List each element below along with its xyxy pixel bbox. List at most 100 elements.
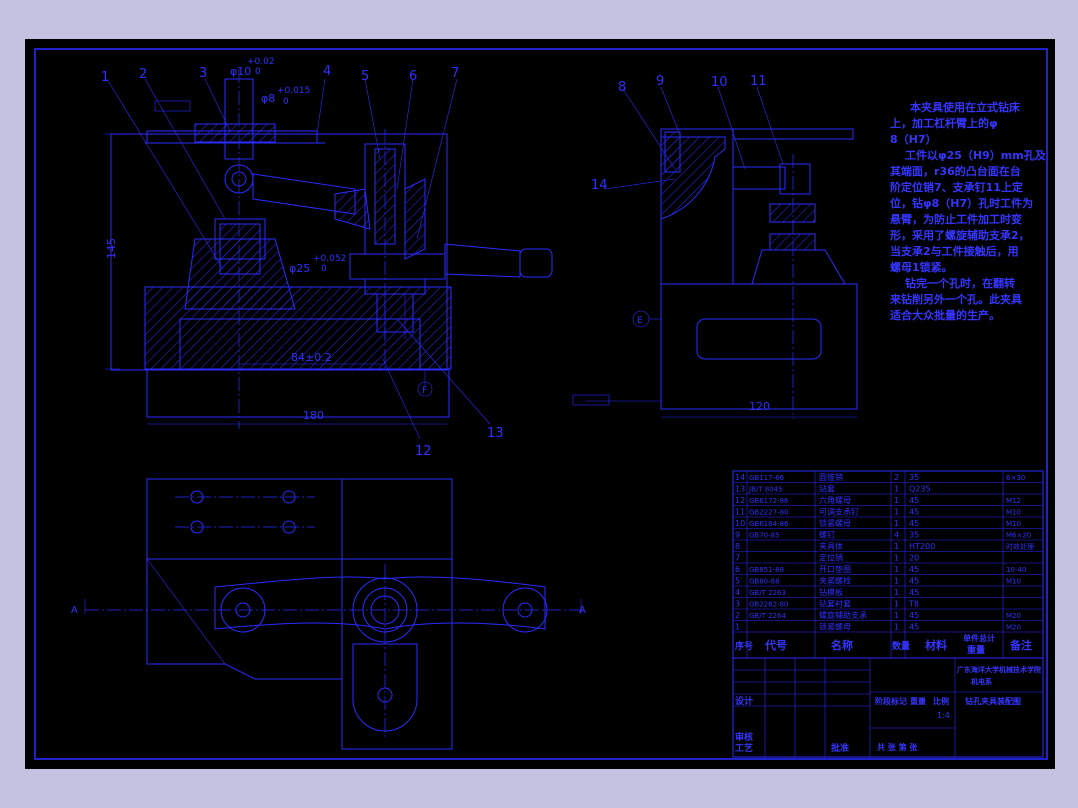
bom-no: 14 [735,473,745,482]
bom-remark: M20 [1006,612,1021,620]
bom-material: 35 [909,531,919,540]
bom-row: 11 GB2227-80 可调支承钉 1 45 M10 [735,507,1021,517]
bom-header-no: 序号 [735,640,753,652]
bom-row: 12 GB6172-86 六角螺母 1 45 M12 [735,495,1021,505]
note-line-11: 螺母1锁紧。 [890,260,953,274]
bom-qty: 1 [894,508,899,517]
bom-material: 35 [909,473,919,482]
callout-3: 3 [199,66,207,81]
bom-qty: 1 [894,542,899,551]
title-block: 广东海洋大学机械技术学院机电系设计审核工艺 批准 阶段标记 重量 比例 1:4 钻孔夹具装配… [732,657,1044,758]
bom-qty: 1 [894,611,899,620]
bom-no: 2 [735,611,740,620]
technical-notes: 本夹具使用在立式钻床 上，加工杠杆臂上的φ 8（H7） 工件以φ25（H9）mm… [889,100,1047,322]
dim-d25: φ25 [289,262,310,275]
bom-table: 14 GB117-86 圆锥销 2 35 6×3013 JB/T 8045 钻套 1 Q23512… [732,470,1044,659]
bom-name: 螺旋辅助支承 [819,610,867,620]
bom-header-material: 材料 [925,638,947,652]
bom-name: 钻模板 [819,587,843,597]
bom-name: 六角螺母 [819,495,851,505]
bom-row: 1 锁紧螺母 1 45 M20 [735,622,1021,632]
bom-qty: 1 [894,600,899,609]
bom-row: 14 GB117-86 圆锥销 2 35 6×30 [735,472,1025,482]
dim-d25-tol-lo: 0 [321,264,327,274]
bom-header-qty: 数量 [892,640,910,652]
dim-height-145: 145 [105,238,118,259]
bom-no: 12 [735,496,745,505]
dim-len-180: 180 [303,409,324,422]
bom-code: GB70-85 [749,532,780,540]
note-line-7: 位，钻φ8（H7）孔时工件为 [890,196,1033,210]
bom-no: 10 [735,519,745,528]
dim-d10-tol-lo: 0 [255,67,261,77]
callout-11: 11 [750,74,767,89]
inner-frame [34,48,1048,760]
bom-material: 45 [909,565,919,574]
dim-d25-tol-up: +0.052 [313,254,346,264]
callout-7: 7 [451,66,459,81]
bom-no: 3 [735,600,740,609]
bom-row: 7 定位销 1 20 [735,553,919,563]
bom-remark: M12 [1006,497,1021,505]
label-weight: 重量 [910,696,926,706]
note-line-9: 形，采用了螺旋辅助支承2， [890,228,1030,242]
bom-header-remark: 备注 [1009,638,1032,652]
bom-name: 钻套衬套 [819,599,851,609]
bom-row: 13 JB/T 8045 钻套 1 Q235 [735,484,931,494]
bom-row: 4 GB/T 2263 钻模板 1 45 [735,587,919,597]
bom-code: GB2227-80 [749,509,788,517]
callout-1: 1 [101,70,109,85]
bom-row: 6 GB851-88 开口垫圈 1 45 10-40 [735,564,1026,574]
label-approve: 批准 [831,742,849,754]
label-scale: 比例 [933,696,949,706]
side-view: 8 9 10 11 14 E 120 [572,74,858,419]
bom-qty: 2 [894,473,899,482]
bom-remark: 6×30 [1006,474,1025,482]
bom-name: 夹紧螺栓 [819,576,851,586]
bom-row: 10 GB6184-86 锁紧螺母 1 45 M10 [735,518,1021,528]
note-line-13: 来钻削另外一个孔。此夹具 [889,292,1022,306]
dim-d8: φ8 [261,92,275,105]
bom-name: 锁紧螺母 [819,518,851,528]
bom-name: 锁紧螺母 [819,622,851,632]
bom-header-weight: 重量 [967,644,985,656]
datum-f: F [422,386,427,396]
dim-d10-tol-up: +0.02 [247,57,275,67]
bom-row: 9 GB70-85 螺钉 4 35 M6×20 [735,530,1031,540]
bom-material: T8 [908,600,919,609]
label-design: 设计 [735,695,753,707]
dim-d8-tol-lo: 0 [283,97,289,107]
bom-remark: M10 [1006,509,1021,517]
dim-d8-tol-up: +0.015 [277,86,310,96]
callout-14: 14 [591,178,608,193]
callout-5: 5 [361,69,369,84]
note-line-6: 阶定位销7、支承钉11上定 [890,180,1023,194]
callout-9: 9 [656,74,664,89]
bom-code: GB117-86 [749,474,785,482]
bom-qty: 1 [894,565,899,574]
bom-no: 7 [735,554,740,563]
bom-material: 45 [909,519,919,528]
bom-name: 圆锥销 [819,472,843,482]
bom-row: 8 夹具体 1 HT200 时效处理 [735,541,1034,551]
bom-qty: 1 [894,588,899,597]
callout-13: 13 [487,426,504,441]
bom-material: 45 [909,508,919,517]
label-process: 工艺 [735,742,753,754]
front-view: 1 2 3 4 5 6 7 12 13 F φ10 +0.02 0 φ8 +0.… [101,57,553,459]
callout-6: 6 [409,69,417,84]
label-stage-mark: 阶段标记 [875,696,907,706]
callout-8: 8 [618,80,626,95]
bom-code: GB6172-86 [749,497,789,505]
dept-name: 机电系 [971,677,992,686]
sheet-count: 共 张 第 张 [877,742,918,752]
bom-name: 钻套 [819,484,835,494]
callout-10: 10 [711,75,728,90]
bom-row: 5 GB80-88 夹紧螺栓 1 45 M10 [735,576,1021,586]
bom-remark: M6×20 [1006,532,1031,540]
bom-no: 5 [735,577,740,586]
bom-qty: 1 [894,554,899,563]
bom-code: GB/T 2263 [749,589,786,597]
drawing-canvas: 1 2 3 4 5 6 7 12 13 F φ10 +0.02 0 φ8 +0.… [34,48,1048,760]
bom-name: 夹具体 [819,541,843,551]
